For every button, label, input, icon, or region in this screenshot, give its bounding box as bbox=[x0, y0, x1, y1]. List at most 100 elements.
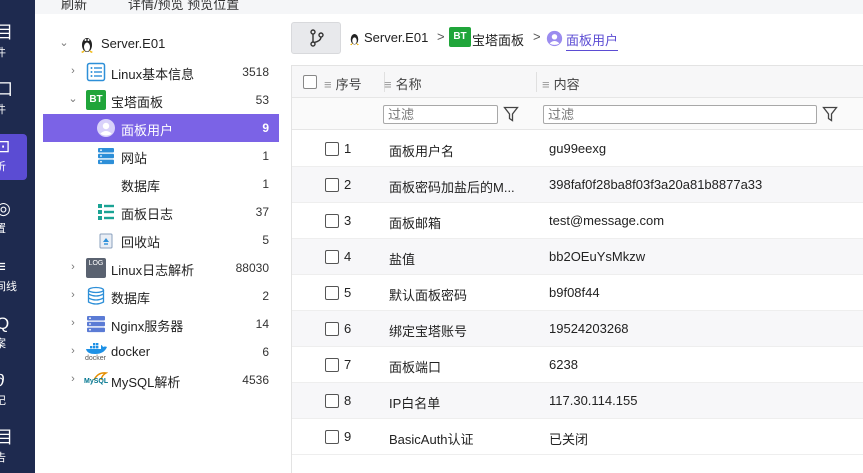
content-filter-input[interactable] bbox=[543, 105, 817, 124]
table-row[interactable]: 8 IP白名单 117.30.114.155 bbox=[292, 383, 863, 419]
tree-item-website[interactable]: 网站 1 bbox=[43, 142, 279, 170]
tree-item-count: 3518 bbox=[242, 65, 269, 79]
tree-item-count: 1 bbox=[262, 149, 269, 163]
rail-item-notes[interactable]: ∂ 记 bbox=[0, 368, 35, 414]
rail-item-analysis[interactable]: ⊡ 析 bbox=[0, 134, 27, 180]
cell-name: 绑定宝塔账号 bbox=[389, 324, 468, 339]
cell-seq: 8 bbox=[344, 393, 352, 408]
tree-item-label: Linux日志解析 bbox=[111, 263, 195, 278]
rail-item-files[interactable]: 目 件 bbox=[0, 20, 35, 66]
row-checkbox[interactable] bbox=[325, 142, 339, 156]
bt-icon: BT bbox=[86, 90, 106, 110]
tree-item-linux-info[interactable]: › Linux基本信息 3518 bbox=[43, 58, 279, 86]
linux-icon bbox=[350, 34, 359, 46]
cell-content: 398faf0f28ba8f03f3a20a81b8877a33 bbox=[549, 177, 763, 192]
table-row[interactable]: 3 面板邮箱 test@message.com bbox=[292, 203, 863, 239]
chevron-down-icon[interactable]: ⌄ bbox=[67, 92, 79, 106]
tree-item-label: 网站 bbox=[121, 151, 148, 166]
chevron-down-icon[interactable]: ⌄ bbox=[58, 36, 70, 50]
cell-name: 盐值 bbox=[389, 252, 416, 267]
cell-seq: 9 bbox=[344, 429, 352, 444]
cell-content: bb2OEuYsMkzw bbox=[549, 249, 646, 264]
name-filter-input[interactable] bbox=[383, 105, 498, 124]
location-icon: ◎ bbox=[0, 199, 11, 218]
chevron-right-icon[interactable]: › bbox=[67, 344, 79, 358]
table-row[interactable]: 4 盐值 bb2OEuYsMkzw bbox=[292, 239, 863, 275]
tree-root[interactable]: ⌄ Server.E01 bbox=[43, 30, 279, 58]
preview-position-button[interactable]: 详情/预览 预览位置 bbox=[128, 0, 239, 13]
user-icon bbox=[97, 119, 115, 137]
select-all-checkbox[interactable] bbox=[303, 75, 317, 89]
tree-item-linux-log[interactable]: › LOG Linux日志解析 88030 bbox=[43, 254, 279, 282]
tree-item-count: 37 bbox=[255, 205, 269, 219]
nav-rail: 目 件 口 件 ⊡ 析 ◎ 置 ≡ 间线 Q 案 ∂ 记 目 告 bbox=[0, 0, 35, 473]
branch-icon bbox=[310, 29, 324, 47]
tree-item-bt-panel[interactable]: ⌄ BT 宝塔面板 53 bbox=[43, 86, 279, 114]
tree-item-docker[interactable]: › docker docker 6 bbox=[43, 338, 279, 366]
table-row[interactable]: 9 BasicAuth认证 已关闭 bbox=[292, 419, 863, 455]
rail-label: 置 bbox=[0, 223, 6, 235]
tree-item-panel-users[interactable]: 面板用户 9 bbox=[43, 114, 279, 142]
tree-item-label: 面板日志 bbox=[121, 207, 174, 222]
filter-icon[interactable] bbox=[822, 105, 838, 123]
user-icon bbox=[546, 30, 563, 47]
row-checkbox[interactable] bbox=[325, 322, 339, 336]
rail-item-case[interactable]: Q 案 bbox=[0, 311, 35, 357]
cell-name: 面板邮箱 bbox=[389, 216, 442, 231]
row-checkbox[interactable] bbox=[325, 430, 339, 444]
cell-seq: 4 bbox=[344, 249, 352, 264]
tree-item-database[interactable]: › 数据库 2 bbox=[43, 282, 279, 310]
cell-content: 6238 bbox=[549, 357, 578, 372]
row-checkbox[interactable] bbox=[325, 250, 339, 264]
breadcrumb-bt-panel[interactable]: 宝塔面板 bbox=[472, 30, 524, 49]
table-row[interactable]: 6 绑定宝塔账号 19524203268 bbox=[292, 311, 863, 347]
row-checkbox[interactable] bbox=[325, 394, 339, 408]
tree-item-mysql[interactable]: › MySQL MySQL解析 4536 bbox=[43, 366, 279, 394]
cell-seq: 5 bbox=[344, 285, 352, 300]
linux-icon bbox=[81, 38, 93, 53]
tree-item-label: Linux基本信息 bbox=[111, 67, 195, 82]
rail-item-report[interactable]: 目 告 bbox=[0, 425, 35, 471]
breadcrumb-server[interactable]: Server.E01 bbox=[364, 30, 428, 45]
table-row[interactable]: 2 面板密码加盐后的M... 398faf0f28ba8f03f3a20a81b… bbox=[292, 167, 863, 203]
column-header-seq[interactable]: ≡ 序号 bbox=[324, 74, 362, 93]
rail-item-files-2[interactable]: 口 件 bbox=[0, 77, 35, 123]
chevron-right-icon[interactable]: › bbox=[67, 260, 79, 274]
rail-label: 件 bbox=[0, 47, 6, 59]
table-row[interactable]: 5 默认面板密码 b9f08f44 bbox=[292, 275, 863, 311]
rail-label: 告 bbox=[0, 452, 6, 464]
row-checkbox[interactable] bbox=[325, 178, 339, 192]
tree-root-label: Server.E01 bbox=[101, 36, 166, 51]
tree-item-nginx[interactable]: › Nginx服务器 14 bbox=[43, 310, 279, 338]
tree-item-count: 6 bbox=[262, 345, 269, 359]
tree-item-label: docker bbox=[111, 344, 151, 359]
chevron-right-icon[interactable]: › bbox=[67, 316, 79, 330]
filter-icon[interactable] bbox=[503, 105, 519, 123]
folder-icon: 口 bbox=[0, 80, 13, 99]
rail-item-settings[interactable]: ◎ 置 bbox=[0, 196, 35, 242]
column-header-content[interactable]: ≡ 内容 bbox=[542, 74, 580, 93]
docker-icon: docker bbox=[85, 342, 109, 362]
table-row[interactable]: 7 面板端口 6238 bbox=[292, 347, 863, 383]
rail-item-timeline[interactable]: ≡ 间线 bbox=[0, 254, 35, 300]
tree-item-panel-log[interactable]: 面板日志 37 bbox=[43, 198, 279, 226]
row-checkbox[interactable] bbox=[325, 358, 339, 372]
tree-item-label: 回收站 bbox=[121, 235, 161, 250]
row-checkbox[interactable] bbox=[325, 214, 339, 228]
cell-seq: 7 bbox=[344, 357, 352, 372]
report-icon: 目 bbox=[0, 428, 13, 447]
breadcrumb-current[interactable]: 面板用户 bbox=[566, 30, 619, 51]
chevron-right-icon[interactable]: › bbox=[67, 64, 79, 78]
refresh-button[interactable]: 刷新 bbox=[61, 0, 87, 13]
chevron-right-icon[interactable]: › bbox=[67, 288, 79, 302]
table-row[interactable]: 1 面板用户名 gu99eexg bbox=[292, 131, 863, 167]
cell-name: 面板端口 bbox=[389, 360, 442, 375]
chevron-right-icon[interactable]: › bbox=[67, 372, 79, 386]
tree-toggle-button[interactable] bbox=[291, 22, 341, 54]
tree-item-bt-database[interactable]: 数据库 1 bbox=[43, 170, 279, 198]
tree-item-recycle-bin[interactable]: 回收站 5 bbox=[43, 226, 279, 254]
breadcrumb-separator: > bbox=[437, 29, 445, 44]
log-file-icon: LOG bbox=[86, 258, 106, 278]
row-checkbox[interactable] bbox=[325, 286, 339, 300]
column-header-name[interactable]: ≡ 名称 bbox=[384, 74, 422, 93]
